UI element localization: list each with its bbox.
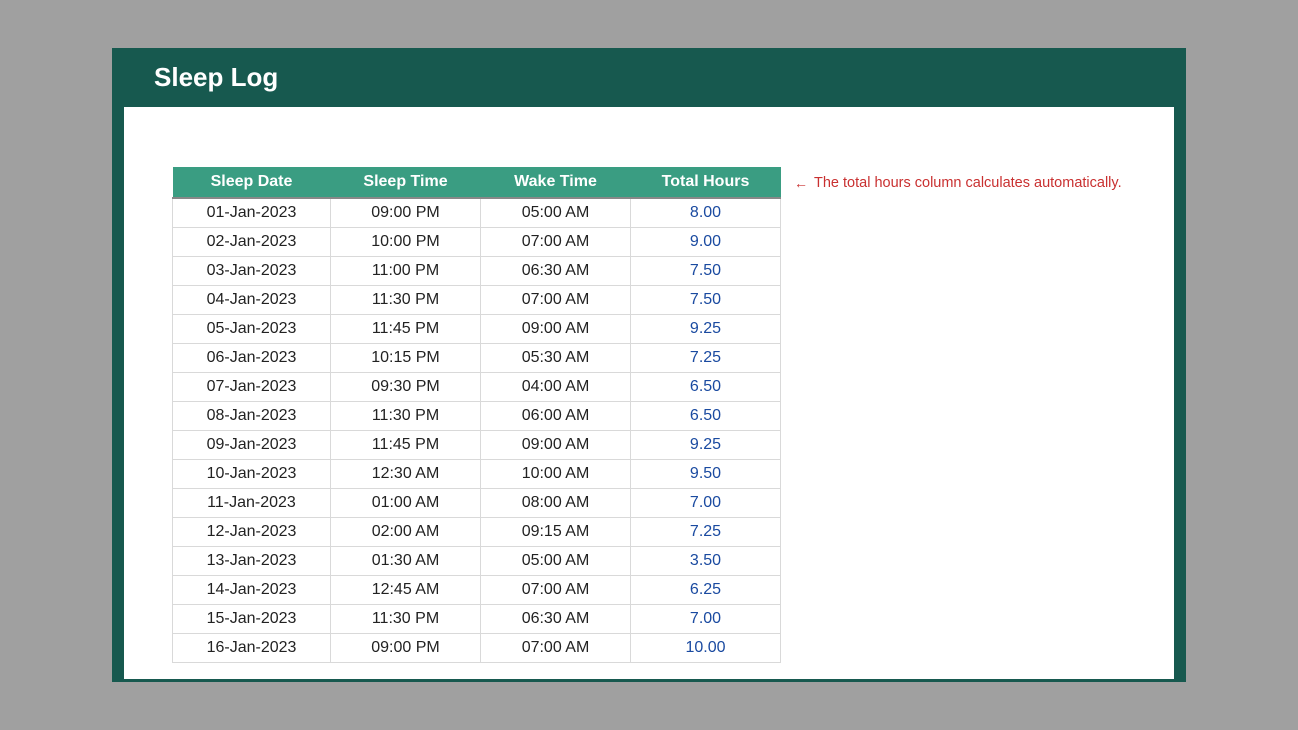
- auto-calc-note: ← The total hours column calculates auto…: [780, 167, 1122, 191]
- cell-date: 10-Jan-2023: [173, 460, 331, 489]
- cell-sleep: 12:45 AM: [331, 576, 481, 605]
- cell-date: 09-Jan-2023: [173, 431, 331, 460]
- cell-wake: 05:30 AM: [481, 344, 631, 373]
- cell-wake: 05:00 AM: [481, 547, 631, 576]
- cell-wake: 07:00 AM: [481, 228, 631, 257]
- cell-total: 7.00: [631, 489, 781, 518]
- cell-date: 11-Jan-2023: [173, 489, 331, 518]
- cell-total: 6.25: [631, 576, 781, 605]
- cell-date: 16-Jan-2023: [173, 634, 331, 663]
- cell-date: 01-Jan-2023: [173, 198, 331, 228]
- document-frame: Sleep Log Sleep Date Sleep Time Wake Tim…: [112, 48, 1186, 682]
- cell-total: 7.00: [631, 605, 781, 634]
- cell-date: 03-Jan-2023: [173, 257, 331, 286]
- table-row: 04-Jan-202311:30 PM07:00 AM7.50: [173, 286, 781, 315]
- title-bar: Sleep Log: [112, 48, 1186, 107]
- cell-date: 12-Jan-2023: [173, 518, 331, 547]
- cell-total: 3.50: [631, 547, 781, 576]
- cell-wake: 06:30 AM: [481, 605, 631, 634]
- table-row: 06-Jan-202310:15 PM05:30 AM7.25: [173, 344, 781, 373]
- cell-wake: 06:00 AM: [481, 402, 631, 431]
- cell-sleep: 10:15 PM: [331, 344, 481, 373]
- cell-total: 7.50: [631, 286, 781, 315]
- table-row: 07-Jan-202309:30 PM04:00 AM6.50: [173, 373, 781, 402]
- cell-date: 13-Jan-2023: [173, 547, 331, 576]
- cell-date: 05-Jan-2023: [173, 315, 331, 344]
- table-row: 01-Jan-202309:00 PM05:00 AM8.00: [173, 198, 781, 228]
- cell-date: 02-Jan-2023: [173, 228, 331, 257]
- cell-sleep: 09:00 PM: [331, 198, 481, 228]
- cell-total: 9.25: [631, 315, 781, 344]
- table-row: 05-Jan-202311:45 PM09:00 AM9.25: [173, 315, 781, 344]
- cell-sleep: 02:00 AM: [331, 518, 481, 547]
- cell-wake: 07:00 AM: [481, 286, 631, 315]
- cell-date: 04-Jan-2023: [173, 286, 331, 315]
- cell-sleep: 09:00 PM: [331, 634, 481, 663]
- cell-total: 7.25: [631, 344, 781, 373]
- table-row: 02-Jan-202310:00 PM07:00 AM9.00: [173, 228, 781, 257]
- cell-wake: 09:00 AM: [481, 431, 631, 460]
- table-row: 13-Jan-202301:30 AM05:00 AM3.50: [173, 547, 781, 576]
- cell-wake: 07:00 AM: [481, 634, 631, 663]
- page-title: Sleep Log: [154, 62, 1158, 93]
- table-row: 10-Jan-202312:30 AM10:00 AM9.50: [173, 460, 781, 489]
- table-row: 03-Jan-202311:00 PM06:30 AM7.50: [173, 257, 781, 286]
- cell-total: 9.00: [631, 228, 781, 257]
- cell-total: 9.50: [631, 460, 781, 489]
- cell-wake: 06:30 AM: [481, 257, 631, 286]
- sleep-log-table: Sleep Date Sleep Time Wake Time Total Ho…: [172, 167, 780, 663]
- sheet-body: Sleep Date Sleep Time Wake Time Total Ho…: [124, 107, 1174, 679]
- cell-wake: 09:15 AM: [481, 518, 631, 547]
- cell-date: 15-Jan-2023: [173, 605, 331, 634]
- cell-wake: 10:00 AM: [481, 460, 631, 489]
- cell-date: 07-Jan-2023: [173, 373, 331, 402]
- cell-sleep: 10:00 PM: [331, 228, 481, 257]
- cell-sleep: 11:30 PM: [331, 402, 481, 431]
- cell-total: 9.25: [631, 431, 781, 460]
- table-row: 15-Jan-202311:30 PM06:30 AM7.00: [173, 605, 781, 634]
- cell-date: 06-Jan-2023: [173, 344, 331, 373]
- cell-sleep: 01:00 AM: [331, 489, 481, 518]
- col-header-wake-time: Wake Time: [481, 167, 631, 197]
- col-header-total-hours: Total Hours: [631, 167, 781, 197]
- arrow-left-icon: ←: [794, 176, 808, 190]
- cell-sleep: 11:30 PM: [331, 286, 481, 315]
- col-header-sleep-time: Sleep Time: [331, 167, 481, 197]
- cell-wake: 05:00 AM: [481, 198, 631, 228]
- cell-total: 7.25: [631, 518, 781, 547]
- cell-total: 6.50: [631, 402, 781, 431]
- table-row: 14-Jan-202312:45 AM07:00 AM6.25: [173, 576, 781, 605]
- cell-sleep: 01:30 AM: [331, 547, 481, 576]
- cell-sleep: 11:45 PM: [331, 315, 481, 344]
- table-row: 12-Jan-202302:00 AM09:15 AM7.25: [173, 518, 781, 547]
- cell-sleep: 09:30 PM: [331, 373, 481, 402]
- cell-date: 14-Jan-2023: [173, 576, 331, 605]
- cell-wake: 04:00 AM: [481, 373, 631, 402]
- col-header-date: Sleep Date: [173, 167, 331, 197]
- cell-sleep: 11:45 PM: [331, 431, 481, 460]
- cell-sleep: 11:00 PM: [331, 257, 481, 286]
- cell-wake: 07:00 AM: [481, 576, 631, 605]
- table-row: 11-Jan-202301:00 AM08:00 AM7.00: [173, 489, 781, 518]
- cell-sleep: 11:30 PM: [331, 605, 481, 634]
- cell-total: 10.00: [631, 634, 781, 663]
- cell-total: 6.50: [631, 373, 781, 402]
- cell-total: 8.00: [631, 198, 781, 228]
- note-text: The total hours column calculates automa…: [814, 175, 1122, 191]
- table-row: 16-Jan-202309:00 PM07:00 AM10.00: [173, 634, 781, 663]
- cell-wake: 09:00 AM: [481, 315, 631, 344]
- table-row: 09-Jan-202311:45 PM09:00 AM9.25: [173, 431, 781, 460]
- cell-sleep: 12:30 AM: [331, 460, 481, 489]
- cell-date: 08-Jan-2023: [173, 402, 331, 431]
- cell-wake: 08:00 AM: [481, 489, 631, 518]
- table-row: 08-Jan-202311:30 PM06:00 AM6.50: [173, 402, 781, 431]
- cell-total: 7.50: [631, 257, 781, 286]
